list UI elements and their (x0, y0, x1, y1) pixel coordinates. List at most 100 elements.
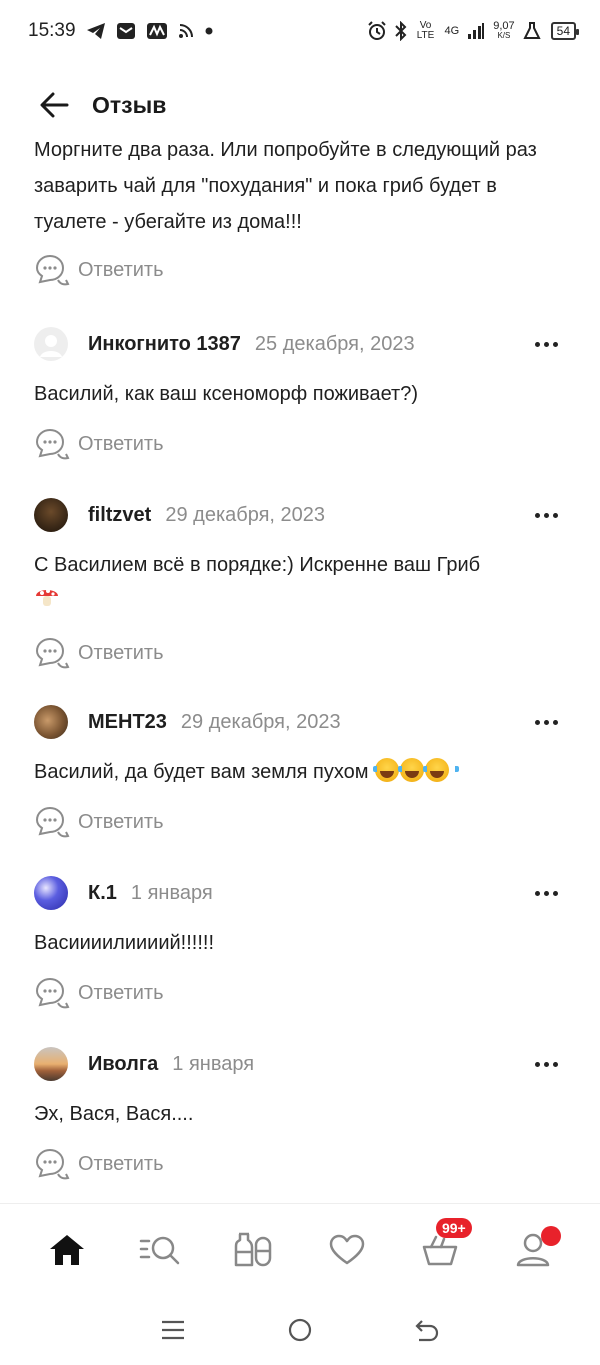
comment-item: Инкогнито 1387 25 декабря, 2023 Василий,… (0, 324, 600, 464)
reply-button[interactable]: Ответить (34, 973, 566, 1013)
nav-profile[interactable] (509, 1225, 562, 1274)
comment-more-button[interactable] (526, 1049, 566, 1079)
home-circle-icon (288, 1318, 312, 1342)
comment-header: Иволга 1 января (34, 1044, 566, 1084)
back-return-icon (415, 1320, 438, 1342)
volte-indicator: Vo LTE (416, 20, 435, 41)
comment-more-button[interactable] (526, 878, 566, 908)
reply-chat-icon (34, 253, 70, 287)
header: Отзыв (0, 72, 600, 138)
comment-author[interactable]: Иволга (88, 1053, 158, 1076)
laughing-emoji-icon (398, 758, 435, 782)
net-speed: 9,07 K/S (493, 21, 514, 41)
comment-date: 25 декабря, 2023 (254, 332, 415, 355)
back-button[interactable] (36, 87, 72, 123)
reply-label: Ответить (78, 641, 164, 664)
comment-date: 1 января (130, 881, 213, 904)
reply-chat-icon (34, 427, 70, 461)
nav-catalog-search[interactable] (136, 1226, 184, 1274)
bluetooth-icon (394, 21, 407, 41)
reply-button[interactable]: Ответить (34, 250, 164, 290)
favorites-icon (329, 1234, 364, 1264)
telegram-icon (86, 22, 106, 40)
reply-label: Ответить (78, 981, 164, 1004)
comment-more-button[interactable] (526, 329, 566, 359)
comment-header: МЕНТ23 29 декабря, 2023 (34, 702, 566, 742)
reply-label: Ответить (78, 810, 164, 833)
reply-chat-icon (34, 636, 70, 670)
comment-more-button[interactable] (526, 500, 566, 530)
comment-header: Инкогнито 1387 25 декабря, 2023 (34, 324, 566, 364)
comment-item: МЕНТ23 29 декабря, 2023 Василий, да буде… (0, 702, 600, 842)
page-title: Отзыв (92, 91, 167, 118)
comment-text: С Василием всё в порядке:) Искренне ваш … (34, 554, 481, 576)
status-bar: 15:39 Vo LTE 4G 9,07 K/S 54 (0, 0, 600, 62)
app-notification-icon (146, 22, 168, 40)
comment-author[interactable]: К.1 (88, 882, 117, 905)
reply-button[interactable]: Ответить (34, 633, 566, 673)
battery-indicator: 54 (550, 22, 580, 40)
bottom-nav: 99+ (0, 1203, 600, 1295)
reply-button[interactable]: Ответить (34, 424, 566, 464)
comment-item: Иволга 1 января Эх, Вася, Вася.... Ответ… (0, 1044, 600, 1184)
cart-icon (422, 1235, 458, 1265)
signal-icon (467, 22, 485, 40)
truncated-comment-text: Моргните два раза. Или попробуйте в след… (34, 139, 537, 233)
laughing-emoji-icon (423, 758, 460, 782)
network-type: 4G (444, 25, 460, 37)
reply-chat-icon (34, 976, 70, 1010)
comment-header: filtzvet 29 декабря, 2023 (34, 495, 566, 535)
comment-date: 29 декабря, 2023 (180, 710, 341, 733)
comment-header: К.1 1 января (34, 873, 566, 913)
profile-notification-dot (541, 1225, 562, 1246)
comment-text: Василий, как ваш ксеноморф поживает?) (34, 383, 418, 405)
compare-icon (235, 1232, 272, 1266)
system-home-button[interactable] (280, 1310, 320, 1350)
avatar-image[interactable] (34, 876, 68, 910)
laughing-emoji-icon (373, 758, 410, 782)
home-icon (49, 1234, 84, 1265)
nav-cart[interactable]: 99+ (416, 1217, 472, 1274)
comment-more-button[interactable] (526, 707, 566, 737)
menu-icon (162, 1320, 185, 1340)
comment-item: К.1 1 января Васиииилиииий!!!!!! Ответит… (0, 873, 600, 1013)
more-notifications-dot-icon (204, 26, 214, 36)
net-speed-unit: K/S (497, 31, 511, 40)
comment-text: Эх, Вася, Вася.... (34, 1103, 194, 1125)
cart-badge: 99+ (435, 1217, 472, 1238)
comment-text: Васиииилиииий!!!!!! (34, 932, 215, 954)
nav-home[interactable] (43, 1226, 91, 1274)
comment-item: filtzvet 29 декабря, 2023 С Василием всё… (0, 495, 600, 673)
comment-date: 29 декабря, 2023 (165, 503, 326, 526)
reply-label: Ответить (78, 258, 164, 281)
back-arrow-icon (40, 92, 69, 118)
nav-compare[interactable] (229, 1226, 277, 1274)
rss-icon (178, 23, 194, 39)
nav-favorites[interactable] (323, 1226, 371, 1274)
status-time: 15:39 (28, 20, 76, 41)
reply-label: Ответить (78, 1152, 164, 1175)
comment-author[interactable]: filtzvet (88, 504, 151, 527)
avatar-image[interactable] (34, 705, 68, 739)
reply-chat-icon (34, 1147, 70, 1181)
avatar-image[interactable] (34, 1047, 68, 1081)
comment-text-block: Василий, да будет вам земля пухом (34, 754, 566, 790)
comment-date: 1 января (172, 1052, 255, 1075)
comment-author[interactable]: Инкогнито 1387 (88, 333, 241, 356)
mail-icon (116, 22, 136, 40)
comments-feed[interactable]: Моргните два раза. Или попробуйте в след… (0, 138, 600, 1200)
net-speed-value: 9,07 (493, 20, 515, 32)
reply-label: Ответить (78, 432, 164, 455)
system-menu-button[interactable] (153, 1310, 193, 1350)
comment-text: Василий, да будет вам земля пухом (34, 761, 369, 783)
reply-chat-icon (34, 805, 70, 839)
comment-author[interactable]: МЕНТ23 (88, 711, 167, 734)
avatar-image[interactable] (34, 498, 68, 532)
flask-icon (523, 22, 541, 40)
system-back-button[interactable] (407, 1310, 447, 1350)
reply-button[interactable]: Ответить (34, 1144, 566, 1184)
comment-text-block: С Василием всё в порядке:) Искренне ваш … (34, 547, 566, 621)
avatar-placeholder[interactable] (34, 327, 68, 361)
mushroom-emoji-icon (34, 583, 60, 609)
reply-button[interactable]: Ответить (34, 802, 566, 842)
